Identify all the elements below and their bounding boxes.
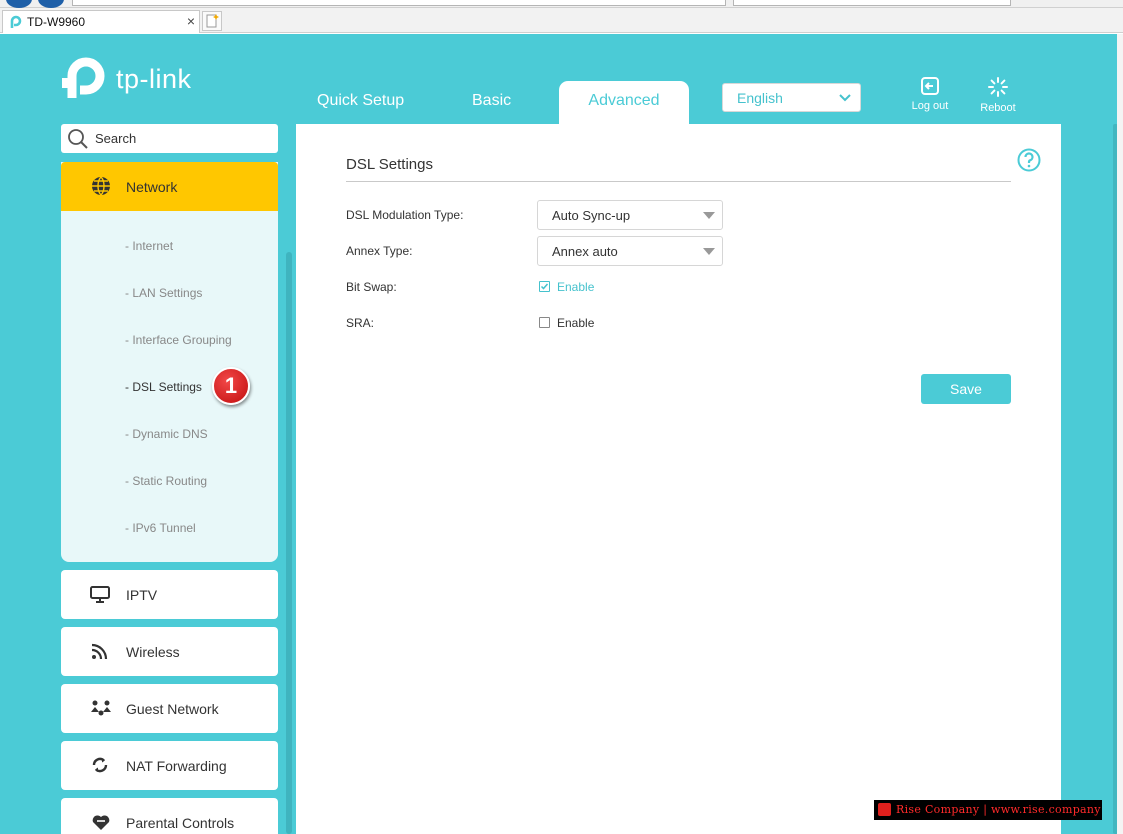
- logout-label: Log out: [911, 100, 949, 112]
- tab-advanced[interactable]: Advanced: [559, 81, 689, 124]
- sra-enable-label[interactable]: Enable: [557, 316, 594, 330]
- wifi-icon: [90, 641, 110, 664]
- annex-type-value: Annex auto: [552, 244, 618, 259]
- back-button[interactable]: [6, 0, 32, 8]
- sidebar-search[interactable]: [61, 124, 278, 153]
- bit-swap-label: Bit Swap:: [346, 280, 397, 294]
- sidebar-item-guest-network[interactable]: Guest Network: [61, 684, 278, 733]
- step-number-badge: 1: [212, 367, 250, 405]
- reboot-label: Reboot: [980, 102, 1016, 114]
- page-title: DSL Settings: [346, 156, 433, 173]
- browser-tab[interactable]: TD-W9960 ×: [2, 10, 200, 33]
- network-submenu: [61, 162, 278, 562]
- forward-button[interactable]: [38, 0, 64, 8]
- globe-icon: [91, 176, 111, 199]
- search-input[interactable]: [95, 124, 273, 153]
- help-icon[interactable]: [1017, 148, 1041, 177]
- tplink-logo[interactable]: tp-link: [60, 54, 192, 104]
- sidebar-subitem-dynamic-dns[interactable]: - Dynamic DNS: [125, 427, 208, 441]
- watermark-text: Rise Company | www.rise.company: [896, 803, 1101, 816]
- monitor-icon: [90, 584, 110, 607]
- router-admin-page: tp-link Quick Setup Basic Advanced Engli…: [0, 34, 1123, 834]
- modulation-type-select[interactable]: Auto Sync-up: [537, 200, 723, 230]
- nat-forwarding-icon: [90, 755, 110, 778]
- sra-checkbox[interactable]: [539, 317, 550, 328]
- sidebar-item-iptv[interactable]: IPTV: [61, 570, 278, 619]
- logout-button[interactable]: Log out: [900, 76, 960, 112]
- logo-text: tp-link: [116, 63, 192, 94]
- reboot-icon: [987, 77, 1009, 101]
- browser-tab-bar: TD-W9960 ×: [0, 8, 1123, 33]
- sidebar-item-parental-controls[interactable]: Parental Controls: [61, 798, 278, 834]
- watermark-logo-icon: [878, 803, 891, 816]
- sidebar-subitem-lan-settings[interactable]: - LAN Settings: [125, 286, 202, 300]
- watermark: Rise Company | www.rise.company: [874, 800, 1102, 820]
- sidebar-item-label: Guest Network: [126, 701, 219, 717]
- sidebar-subitem-dsl-settings[interactable]: - DSL Settings: [125, 380, 202, 394]
- heart-icon: [90, 812, 112, 834]
- window-edge: [1117, 34, 1123, 834]
- language-value: English: [737, 90, 783, 106]
- sidebar-item-network[interactable]: Network: [61, 162, 278, 211]
- modulation-type-label: DSL Modulation Type:: [346, 208, 464, 222]
- search-icon: [67, 128, 89, 155]
- sidebar-item-label: IPTV: [126, 587, 158, 603]
- sidebar-item-label: Parental Controls: [126, 815, 235, 831]
- browser-tab-title: TD-W9960: [27, 15, 86, 29]
- tab-quick-setup[interactable]: Quick Setup: [317, 92, 404, 110]
- save-button[interactable]: Save: [921, 374, 1011, 404]
- sidebar-item-wireless[interactable]: Wireless: [61, 627, 278, 676]
- main-content-panel: DSL Settings DSL Modulation Type: Auto S…: [296, 124, 1061, 834]
- address-bar[interactable]: [72, 0, 726, 6]
- dropdown-arrow-icon: [703, 212, 715, 219]
- dropdown-arrow-icon: [703, 248, 715, 255]
- bit-swap-checkbox[interactable]: [539, 281, 550, 292]
- chevron-down-icon: [838, 90, 852, 107]
- sra-label: SRA:: [346, 316, 375, 330]
- browser-toolbar: [0, 0, 1123, 8]
- new-tab-button[interactable]: [202, 11, 222, 31]
- tab-close-icon[interactable]: ×: [187, 13, 195, 29]
- title-divider: [346, 181, 1011, 182]
- tplink-logo-icon: [62, 57, 105, 98]
- guest-network-icon: [90, 698, 112, 721]
- sidebar-scrollbar[interactable]: [286, 252, 292, 834]
- bit-swap-enable-label[interactable]: Enable: [557, 280, 594, 294]
- sidebar-item-nat-forwarding[interactable]: NAT Forwarding: [61, 741, 278, 790]
- sidebar-subitem-static-routing[interactable]: - Static Routing: [125, 474, 207, 488]
- logout-icon: [920, 77, 940, 99]
- new-tab-icon: [206, 14, 219, 28]
- reboot-button[interactable]: Reboot: [968, 76, 1028, 114]
- tab-basic[interactable]: Basic: [472, 92, 511, 110]
- sidebar-subitem-ipv6-tunnel[interactable]: - IPv6 Tunnel: [125, 521, 196, 535]
- browser-search-box[interactable]: [733, 0, 1011, 6]
- sidebar-subitem-internet[interactable]: - Internet: [125, 239, 173, 253]
- checkmark-icon: [540, 283, 549, 290]
- sidebar-item-label: Wireless: [126, 644, 180, 660]
- sidebar-item-label: NAT Forwarding: [126, 758, 227, 774]
- annex-type-select[interactable]: Annex auto: [537, 236, 723, 266]
- sidebar-subitem-interface-grouping[interactable]: - Interface Grouping: [125, 333, 232, 347]
- tplink-favicon-icon: [9, 15, 23, 32]
- language-select[interactable]: English: [722, 83, 861, 112]
- modulation-type-value: Auto Sync-up: [552, 208, 631, 223]
- annex-type-label: Annex Type:: [346, 244, 413, 258]
- sidebar-item-label: Network: [126, 179, 178, 195]
